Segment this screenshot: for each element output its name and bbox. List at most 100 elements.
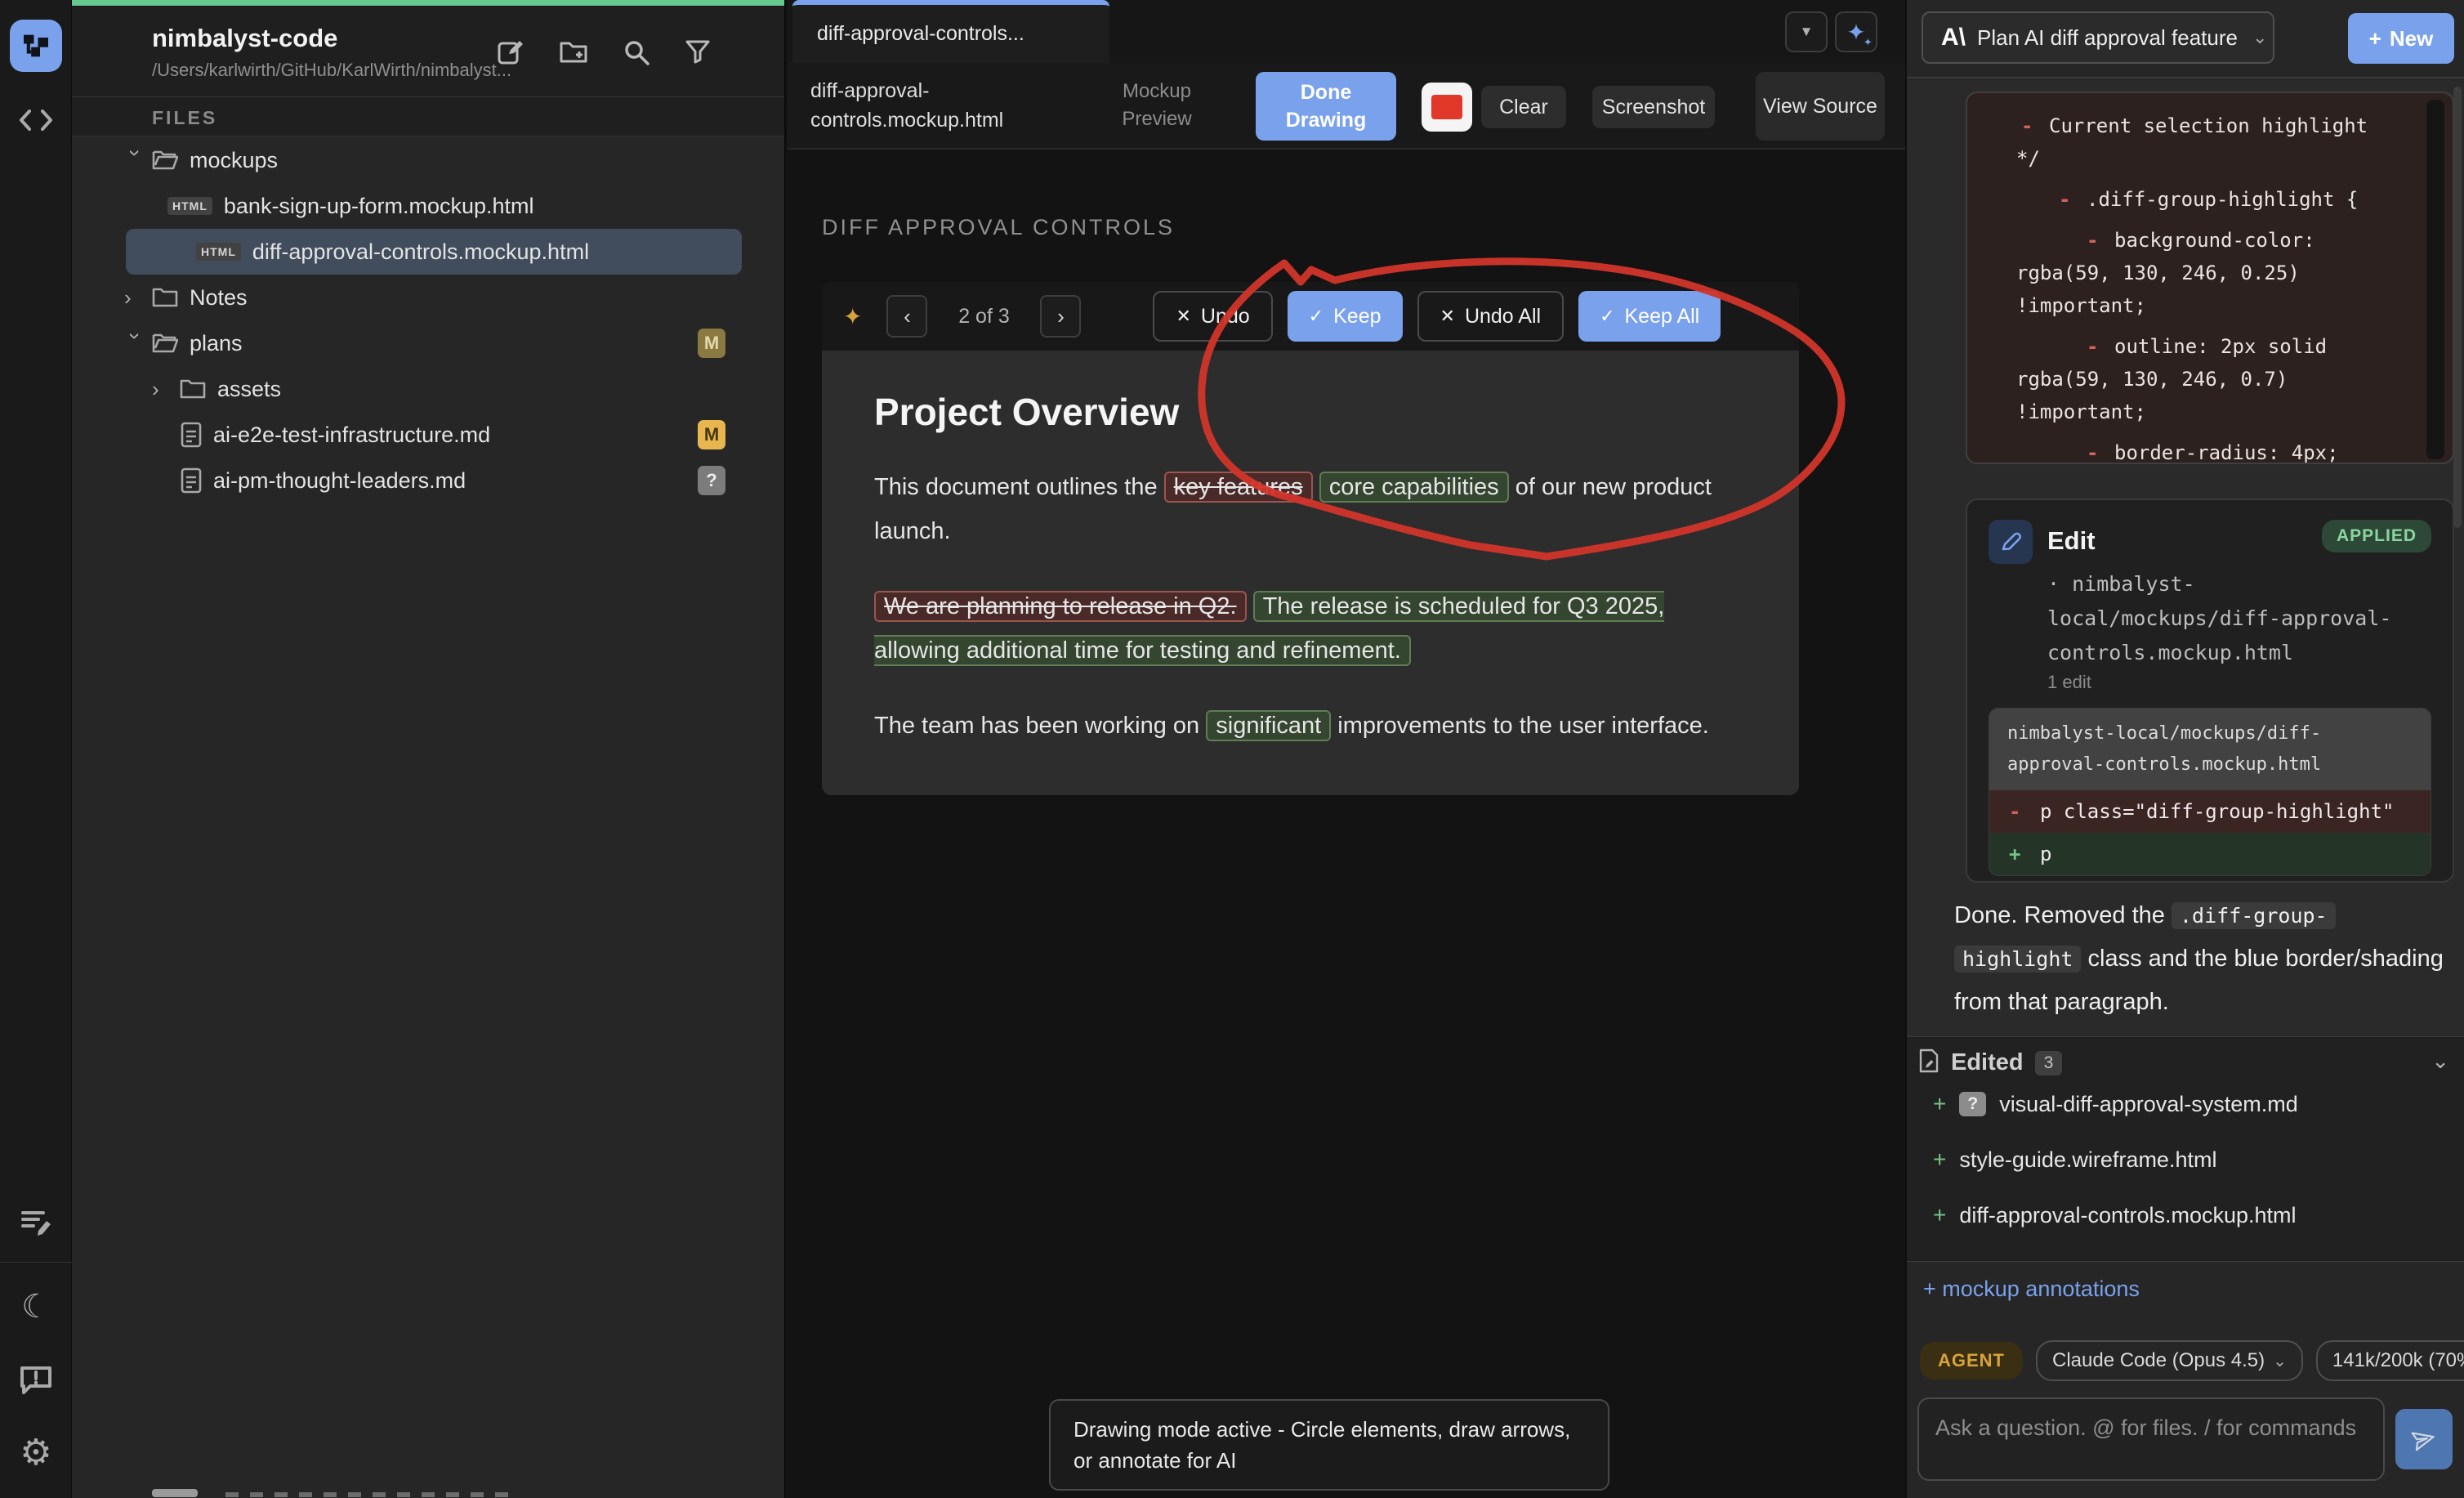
drawing-color-swatch[interactable] <box>1422 83 1472 132</box>
added-icon: + <box>1933 1202 1946 1228</box>
code-line: -background-color: rgba(59, 130, 246, 0.… <box>1967 224 2453 322</box>
conversation-thread: -Current selection highlight */ -.diff-g… <box>1907 80 2464 1036</box>
view-source-button[interactable]: View Source <box>1756 72 1885 141</box>
added-icon: + <box>1933 1147 1946 1173</box>
agent-bar: AGENT Claude Code (Opus 4.5)⌄ 141k/200k … <box>1920 1340 2464 1381</box>
edited-file-row[interactable]: + style-guide.wireframe.html <box>1933 1147 2216 1173</box>
color-red <box>1431 95 1462 119</box>
code-view-icon[interactable] <box>0 106 72 138</box>
folder-label: assets <box>217 377 281 402</box>
sidebar-item-ai-e2e-test[interactable]: ai-e2e-test-infrastructure.md M <box>72 412 784 458</box>
file-label: ai-e2e-test-infrastructure.md <box>213 423 490 448</box>
edit-tool-card[interactable]: Edit APPLIED · nimbalyst-local/mockups/d… <box>1966 499 2454 883</box>
context-usage-pill: 141k/200k (70%) <box>2316 1340 2464 1381</box>
sidebar-item-diff-approval-controls[interactable]: HTML diff-approval-controls.mockup.html <box>126 229 742 275</box>
diff-removed-text[interactable]: We are planning to release in Q2. <box>874 591 1247 622</box>
document-paragraph: We are planning to release in Q2. The re… <box>874 584 1747 673</box>
diff-controls-strip: ✦ ‹ 2 of 3 › ✕Undo ✓Keep ✕Undo All ✓Keep… <box>822 282 1799 351</box>
edited-title: Edited <box>1951 1049 2024 1076</box>
edit-file-path: · nimbalyst-local/mockups/diff-approval-… <box>2047 567 2407 670</box>
diff-added-line: +p <box>1989 833 2431 875</box>
file-tree: › mockups HTML bank-sign-up-form.mockup.… <box>72 137 784 503</box>
ai-sparkle-button[interactable]: ✦✦ <box>1835 11 1877 52</box>
mockup-annotations-link[interactable]: + mockup annotations <box>1923 1277 2140 1302</box>
chevron-down-icon[interactable]: › <box>123 149 148 177</box>
new-session-button[interactable]: +New <box>2348 13 2454 64</box>
document-icon <box>181 467 202 494</box>
document-icon <box>181 422 202 448</box>
assistant-header: A\ Plan AI diff approval feature ⌄ +New <box>1907 0 2464 78</box>
sidebar-item-ai-pm-thought-leaders[interactable]: ai-pm-thought-leaders.md ? <box>72 458 784 503</box>
keep-button[interactable]: ✓Keep <box>1288 291 1403 342</box>
feedback-icon[interactable] <box>0 1363 72 1400</box>
notes-icon[interactable] <box>0 1206 72 1245</box>
edit-pencil-icon <box>1989 520 2033 564</box>
undo-button[interactable]: ✕Undo <box>1153 291 1272 342</box>
diff-removed-text[interactable]: key features <box>1164 472 1313 503</box>
session-dropdown[interactable]: A\ Plan AI diff approval feature ⌄ <box>1922 11 2274 64</box>
chevron-right-icon[interactable]: › <box>152 377 180 402</box>
edited-doc-icon <box>1918 1049 1940 1077</box>
edit-card-title: Edit <box>2047 526 2096 556</box>
sidebar-item-plans[interactable]: › plans M <box>72 320 784 366</box>
x-icon: ✕ <box>1440 306 1455 327</box>
chevron-right-icon[interactable]: › <box>124 285 152 311</box>
folder-open-icon <box>152 332 178 355</box>
tab-bar: diff-approval-controls... ▼ ✦✦ <box>788 0 1905 63</box>
undo-all-button[interactable]: ✕Undo All <box>1417 291 1565 342</box>
edited-file-row[interactable]: + ? visual-diff-approval-system.md <box>1933 1091 2298 1117</box>
chevron-down-icon: ⌄ <box>2252 27 2267 48</box>
sidebar: nimbalyst-code /Users/karlwirth/GitHub/K… <box>72 0 786 1498</box>
diff-added-text[interactable]: core capabilities <box>1319 472 1509 503</box>
panel-scrollbar[interactable] <box>2453 87 2462 528</box>
folder-icon <box>152 286 178 309</box>
clear-button[interactable]: Clear <box>1481 86 1566 128</box>
tab-diff-approval-controls[interactable]: diff-approval-controls... <box>792 0 1109 63</box>
chat-input[interactable] <box>1935 1412 2367 1466</box>
folder-icon <box>180 378 206 400</box>
prev-diff-button[interactable]: ‹ <box>886 295 927 338</box>
chevron-down-icon[interactable]: › <box>123 332 148 360</box>
clipped-bottom-row <box>152 1486 560 1498</box>
html-file-icon: HTML <box>167 197 212 215</box>
code-line: -border-radius: 4px; <box>1967 436 2453 464</box>
new-file-icon[interactable] <box>497 38 524 66</box>
sidebar-item-bank-sign-up[interactable]: HTML bank-sign-up-form.mockup.html <box>72 183 784 229</box>
preview-heading: DIFF APPROVAL CONTROLS <box>822 215 1175 240</box>
document-paragraph: The team has been working on significant… <box>874 704 1747 748</box>
rail-divider <box>0 1262 72 1263</box>
model-selector[interactable]: Claude Code (Opus 4.5)⌄ <box>2036 1340 2303 1381</box>
sidebar-item-mockups[interactable]: › mockups <box>72 137 784 183</box>
search-icon[interactable] <box>623 38 650 66</box>
keep-all-button[interactable]: ✓Keep All <box>1578 291 1721 342</box>
sidebar-item-assets[interactable]: › assets <box>72 366 784 412</box>
edited-file-row[interactable]: + diff-approval-controls.mockup.html <box>1933 1202 2297 1228</box>
document-paragraph: This document outlines the key features … <box>874 465 1747 553</box>
screenshot-button[interactable]: Screenshot <box>1592 86 1715 128</box>
check-icon: ✓ <box>1309 306 1324 327</box>
tab-list-dropdown-button[interactable]: ▼ <box>1785 11 1828 52</box>
collapse-chevron-icon[interactable]: ⌄ <box>2431 1049 2449 1074</box>
dark-mode-moon-icon[interactable]: ☾ <box>0 1288 72 1326</box>
modified-badge: M <box>698 420 725 449</box>
code-line: -outline: 2px solid rgba(59, 130, 246, 0… <box>1967 330 2453 428</box>
settings-gear-icon[interactable]: ⚙ <box>0 1432 72 1473</box>
filter-icon[interactable] <box>685 38 711 66</box>
assistant-message: Done. Removed the .diff-group-highlight … <box>1954 894 2444 1024</box>
folder-open-icon <box>152 149 178 172</box>
code-scrollbar[interactable] <box>2426 100 2444 459</box>
sidebar-item-notes[interactable]: › Notes <box>72 275 784 320</box>
mode-label: Mockup Preview <box>1108 78 1206 133</box>
check-icon: ✓ <box>1600 306 1614 327</box>
new-folder-icon[interactable] <box>559 38 588 66</box>
app-logo-icon[interactable] <box>10 20 62 72</box>
send-button[interactable] <box>2395 1409 2453 1469</box>
tab-label: diff-approval-controls... <box>817 22 1024 46</box>
chat-input-container <box>1917 1397 2385 1481</box>
diff-added-text[interactable]: significant <box>1206 710 1331 741</box>
next-diff-button[interactable]: › <box>1040 295 1081 338</box>
file-label: ai-pm-thought-leaders.md <box>213 468 466 494</box>
edited-files-section: Edited 3 ⌄ + ? visual-diff-approval-syst… <box>1907 1036 2464 1262</box>
done-drawing-button[interactable]: Done Drawing <box>1256 72 1396 141</box>
project-title: nimbalyst-code <box>152 24 337 53</box>
